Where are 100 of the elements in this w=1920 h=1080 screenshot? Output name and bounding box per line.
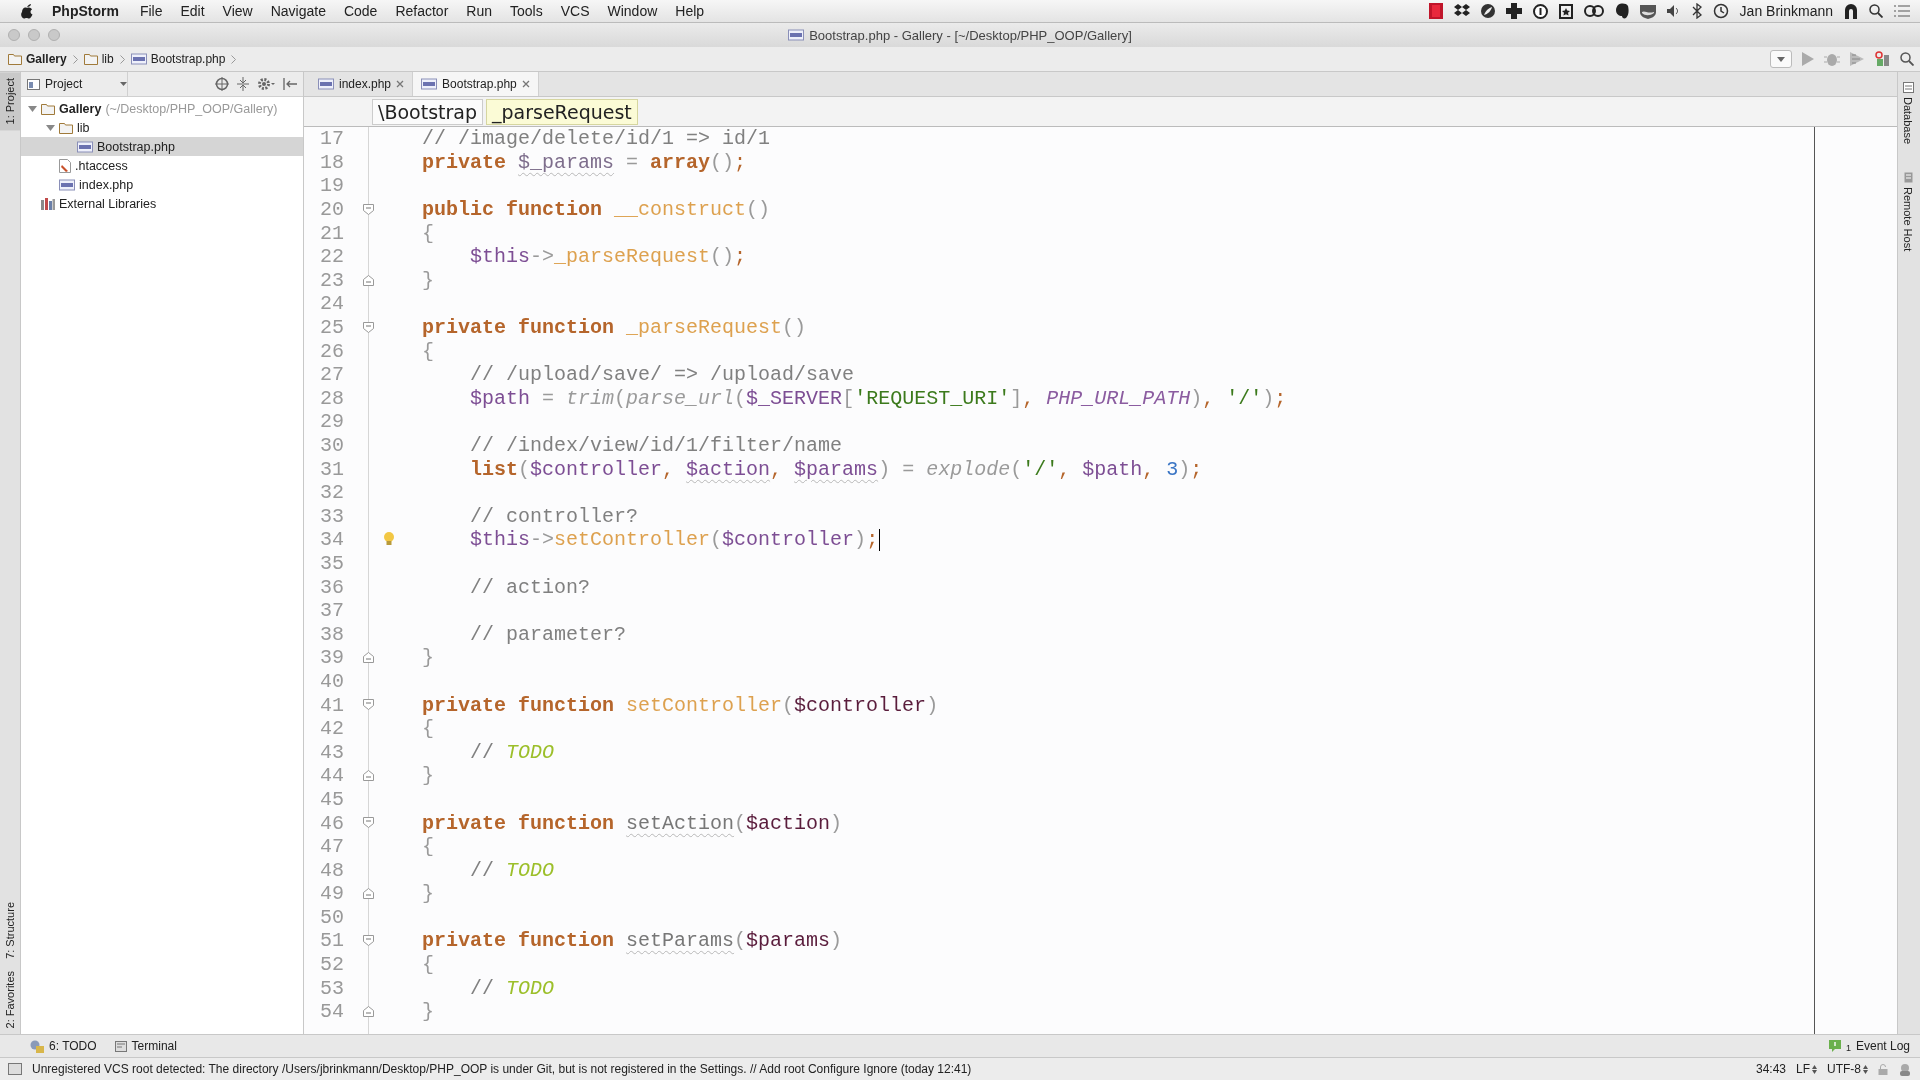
code-line: // /image/delete/id/1 => id/1 <box>422 127 771 151</box>
menu-item[interactable]: File <box>130 3 172 19</box>
rings-icon[interactable] <box>1583 4 1604 18</box>
code-line: } <box>422 268 434 292</box>
search-icon[interactable] <box>1900 52 1914 66</box>
menu-item[interactable]: Tools <box>501 3 552 19</box>
inspector-icon[interactable] <box>1898 1062 1912 1076</box>
gear-icon[interactable] <box>257 77 275 91</box>
menu-item[interactable]: Window <box>598 3 667 19</box>
menu-item[interactable]: Code <box>334 3 387 19</box>
fold-marker-icon[interactable] <box>363 770 374 782</box>
coverage-icon[interactable] <box>1850 52 1864 66</box>
line-number: 40 <box>319 669 344 693</box>
line-separator[interactable]: LF <box>1796 1062 1817 1076</box>
run-icon[interactable] <box>1802 52 1814 66</box>
folder-icon <box>83 53 98 65</box>
line-number: 36 <box>319 575 344 599</box>
fold-marker-icon[interactable] <box>363 1005 374 1017</box>
menu-item[interactable]: View <box>213 3 262 19</box>
clock-icon[interactable] <box>1712 3 1729 19</box>
menu-item[interactable]: VCS <box>551 3 599 19</box>
fold-marker-icon[interactable] <box>363 321 374 333</box>
code-line: $path = trim(parse_url($_SERVER['REQUEST_URI'], PHP_URL_PATH), '/'); <box>470 386 1287 410</box>
list-icon[interactable] <box>1894 5 1910 17</box>
hide-panel-icon[interactable] <box>283 78 297 90</box>
line-number: 47 <box>319 835 344 859</box>
menu-item[interactable]: Help <box>666 3 714 19</box>
fold-marker-icon[interactable] <box>363 935 374 947</box>
run-config-dropdown[interactable] <box>1770 50 1792 68</box>
tool-window-tab[interactable]: 7: Structure <box>0 895 20 965</box>
line-number: 32 <box>319 481 344 505</box>
plus-icon[interactable] <box>1505 3 1522 19</box>
fold-marker-icon[interactable] <box>363 699 374 711</box>
line-number: 37 <box>319 599 344 623</box>
menu-item[interactable]: Run <box>457 3 501 19</box>
collapse-icon[interactable] <box>237 77 249 91</box>
caret-position[interactable]: 34:43 <box>1755 1062 1786 1076</box>
nav-crumb[interactable]: lib <box>83 52 120 66</box>
lightbulb-icon[interactable] <box>383 531 395 548</box>
code-line: { <box>422 717 434 741</box>
event-log-button[interactable]: 1 Event Log <box>1828 1039 1910 1053</box>
nav-crumb[interactable]: Bootstrap.php <box>130 52 232 66</box>
menu-item[interactable]: Edit <box>171 3 214 19</box>
editor-tab[interactable]: index.php <box>310 72 414 96</box>
config-file-icon <box>59 158 71 173</box>
vcs-icon[interactable] <box>1874 51 1890 67</box>
code-line: private function setAction($action) <box>422 811 843 835</box>
tree-item[interactable]: Gallery (~/Desktop/PHP_OOP/Gallery) <box>21 99 303 118</box>
panel-toggle-icon[interactable] <box>8 1063 22 1075</box>
line-number: 54 <box>319 1000 344 1024</box>
line-number: 22 <box>319 245 344 269</box>
tool-window-button[interactable]: Terminal <box>114 1039 177 1053</box>
tool-window-tab[interactable]: 2: Favorites <box>0 964 20 1034</box>
lock-icon[interactable] <box>1878 1063 1888 1075</box>
tool-window-tab[interactable]: Remote Host <box>1898 168 1918 256</box>
tree-item[interactable]: Bootstrap.php <box>21 137 303 156</box>
window-title: Bootstrap.php - Gallery - [~/Desktop/PHP_OOP/Gallery] <box>809 27 1132 43</box>
code-line: } <box>422 1000 434 1024</box>
code-line: // TODO <box>470 858 555 882</box>
shield-icon[interactable] <box>1639 3 1656 19</box>
menu-item[interactable]: Navigate <box>261 3 335 19</box>
php-file-icon <box>788 29 805 41</box>
code-line: } <box>422 646 434 670</box>
user-name[interactable]: Jan Brinkmann <box>1739 3 1833 19</box>
circle-icon[interactable] <box>1532 3 1548 19</box>
tool-window-button[interactable]: 6: TODO <box>30 1039 97 1053</box>
fold-marker-icon[interactable] <box>363 652 374 664</box>
close-icon[interactable] <box>396 80 405 88</box>
leaf-icon[interactable] <box>1480 4 1495 18</box>
fold-marker-icon[interactable] <box>363 817 374 829</box>
tree-item[interactable]: External Libraries <box>21 194 303 213</box>
speaker-icon[interactable] <box>1666 5 1681 17</box>
file-encoding[interactable]: UTF-8 <box>1827 1062 1868 1076</box>
fold-marker-icon[interactable] <box>363 274 374 286</box>
line-number: 18 <box>319 150 344 174</box>
code-line: $this->setController($controller); <box>470 528 881 552</box>
tree-item[interactable]: index.php <box>21 175 303 194</box>
fold-marker-icon[interactable] <box>363 888 374 899</box>
app-menu[interactable]: PhpStorm <box>34 3 131 19</box>
film-icon[interactable] <box>1428 3 1443 19</box>
tool-window-tab[interactable]: Database <box>1898 78 1918 149</box>
bluetooth-icon[interactable] <box>1691 3 1702 19</box>
line-number: 49 <box>319 882 344 906</box>
bug-icon[interactable] <box>1824 52 1840 66</box>
fold-marker-icon[interactable] <box>363 203 374 215</box>
boxes-icon[interactable] <box>1453 4 1470 18</box>
breadcrumb[interactable]: _parseRequest <box>486 98 638 125</box>
close-icon[interactable] <box>521 80 530 88</box>
tree-item[interactable]: .htaccess <box>21 156 303 175</box>
target-icon[interactable] <box>215 77 229 91</box>
editor-tab[interactable]: Bootstrap.php <box>413 72 539 96</box>
tool-window-tab[interactable]: 1: Project <box>0 72 20 131</box>
nav-crumb[interactable]: Gallery <box>8 52 73 66</box>
arch-icon[interactable] <box>1844 3 1858 19</box>
php-file-icon <box>59 178 75 191</box>
breadcrumb[interactable]: \Bootstrap <box>372 98 483 125</box>
menu-item[interactable]: Refactor <box>386 3 458 19</box>
search-icon[interactable] <box>1869 4 1883 18</box>
tree-item[interactable]: lib <box>21 118 303 137</box>
blob-icon[interactable] <box>1614 3 1629 19</box>
